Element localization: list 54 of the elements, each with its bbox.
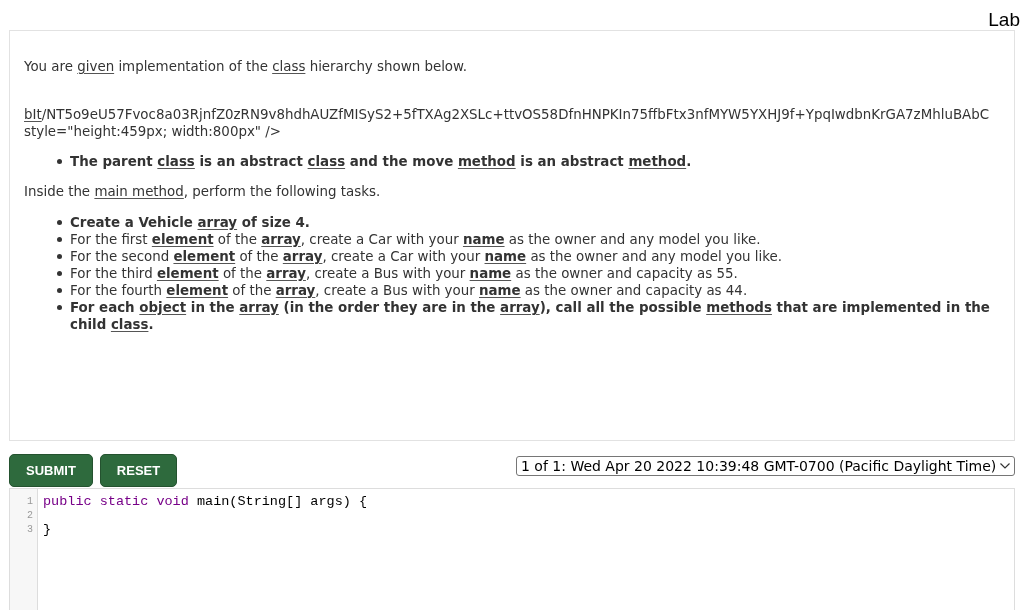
glossary-link[interactable]: name xyxy=(469,266,512,281)
list-item-text: For the third element of the array, create a Bus with your name as the owner and capacity as 55. xyxy=(70,265,738,282)
line-number: 3 xyxy=(26,523,34,537)
glossary-link[interactable]: object xyxy=(139,300,187,315)
glossary-link[interactable]: methods xyxy=(706,300,772,315)
glossary-link[interactable]: bIt xyxy=(24,107,42,122)
glossary-link[interactable]: class xyxy=(307,154,346,169)
page-title: Lab xyxy=(988,9,1020,30)
code-line: public static void main(String[] args) { xyxy=(43,495,368,509)
glossary-link[interactable]: given xyxy=(77,59,115,74)
glossary-link[interactable]: name xyxy=(479,283,521,298)
list-item-text: For each object in the array (in the order they are in the array), call all the possible methods that are implemented in the child class. xyxy=(70,299,991,333)
list-item-text: Create a Vehicle array of size 4. xyxy=(70,214,310,231)
glossary-link[interactable]: class xyxy=(110,317,149,332)
glossary-link[interactable]: array xyxy=(275,283,316,298)
code-line: } xyxy=(43,523,53,537)
glossary-link[interactable]: element xyxy=(166,283,229,298)
paragraph-text: Inside the main method, perform the following tasks. xyxy=(24,183,382,200)
paragraph-text: You are given implementation of the class hierarchy shown below. xyxy=(24,58,469,75)
glossary-link[interactable]: array xyxy=(500,300,540,315)
glossary-link[interactable]: method xyxy=(628,154,687,169)
list-item-text: For the first element of the array, create a Car with your name as the owner and any model you like. xyxy=(70,231,761,248)
bullet-icon xyxy=(57,305,62,310)
line-number: 1 xyxy=(26,495,34,509)
glossary-link[interactable]: array xyxy=(282,249,323,264)
list-item-text: The parent class is an abstract class and the move method is an abstract method. xyxy=(70,153,692,170)
paragraph-text: bIt/NT5o9eU57Fvoc8a03RjnfZ0zRN9v8hdhAUZfMISyS2+5fTXAg2XSLc+ttvOS58DfnHNPKIn75ffbFtx3nfMYW5YXHJ9f+YpqIwdbnKrGA7zMhluBAbC style="height:459px; width:800px" /> xyxy=(24,106,991,140)
list-item-text: For the second element of the array, create a Car with your name as the owner and any model you like. xyxy=(70,248,783,265)
line-number: 2 xyxy=(26,509,34,523)
glossary-link[interactable]: array xyxy=(261,232,301,247)
glossary-link[interactable]: class xyxy=(157,154,195,169)
code-editor[interactable]: 1 2 3 public static void main(String[] args) { } xyxy=(9,488,1015,610)
glossary-link[interactable]: method xyxy=(457,154,516,169)
list-item-text: For the fourth element of the array, create a Bus with your name as the owner and capacity as 44. xyxy=(70,282,748,299)
glossary-link[interactable]: name xyxy=(462,232,505,247)
glossary-link[interactable]: element xyxy=(173,249,236,264)
bullet-icon xyxy=(57,271,62,276)
glossary-link[interactable]: array xyxy=(266,266,306,281)
bullet-icon xyxy=(57,237,62,242)
action-button[interactable]: RESET xyxy=(99,454,178,487)
action-button[interactable]: SUBMIT xyxy=(9,454,93,487)
glossary-link[interactable]: main method xyxy=(94,184,184,199)
glossary-link[interactable]: name xyxy=(484,249,527,264)
bullet-icon xyxy=(57,159,62,164)
glossary-link[interactable]: element xyxy=(156,266,219,281)
glossary-link[interactable]: class xyxy=(272,59,306,74)
bullet-icon xyxy=(57,220,62,225)
bullet-icon xyxy=(57,288,62,293)
chevron-down-icon xyxy=(1000,463,1010,469)
bullet-icon xyxy=(57,254,62,259)
glossary-link[interactable]: array xyxy=(239,300,279,315)
glossary-link[interactable]: element xyxy=(151,232,214,247)
glossary-link[interactable]: array xyxy=(197,215,238,230)
version-select[interactable]: 1 of 1: Wed Apr 20 2022 10:39:48 GMT-0700 (Pacific Daylight Time) xyxy=(516,456,1015,476)
